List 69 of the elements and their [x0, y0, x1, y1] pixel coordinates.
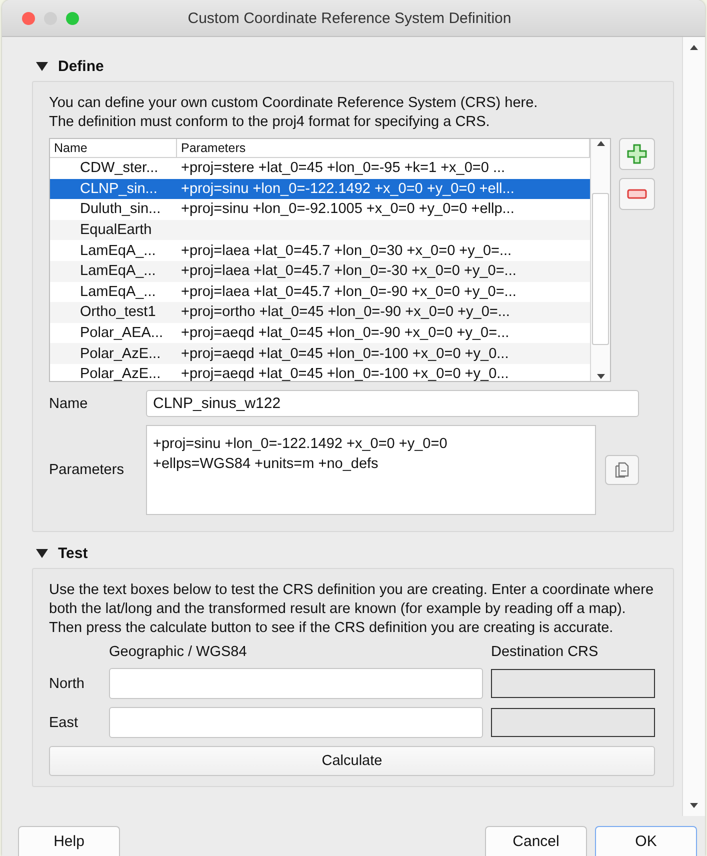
window-scrollbar[interactable] [682, 37, 705, 816]
crs-name: Polar_AzE... [79, 366, 162, 381]
field-label: East [49, 714, 80, 730]
input-field[interactable] [109, 707, 483, 738]
column-heading: Geographic / WGS84 [109, 644, 248, 660]
crs-name: EqualEarth [79, 222, 153, 238]
intro-text: Use the text boxes below to test the CRS definition you are creating. Enter a coordinate where both the lat/long and the transformed result are known (for example by reading off a map). Then press the calculate button to see if the CRS definition you are creating is accurate. [49, 581, 655, 638]
remove-button[interactable] [619, 178, 655, 210]
minus-icon [627, 189, 647, 199]
table-row[interactable]: LamEqA_... +proj=laea +lat_0=45.7 +lon_0=-90 +x_0=0 +y_0=... [50, 282, 590, 302]
crs-parameters: +proj=aeqd +lat_0=45 +lon_0=-90 +x_0=0 +y_0=... [180, 325, 510, 342]
crs-name: Polar_AEA... [79, 325, 164, 342]
crs-name: CLNP_sin... [79, 180, 158, 197]
scroll-up-icon[interactable] [689, 43, 699, 51]
calculate-button[interactable]: Calculate [49, 746, 655, 776]
close-icon[interactable] [22, 12, 35, 24]
cancel-button[interactable]: Cancel [485, 826, 587, 856]
table-row[interactable]: Polar_AzE... +proj=aeqd +lat_0=45 +lon_0=-100 +x_0=0 +y_0... [50, 364, 590, 381]
crs-name: Polar_AzE... [79, 346, 162, 362]
name-field[interactable]: CLNP_sinus_w122 [146, 390, 639, 417]
table-row[interactable]: EqualEarth [50, 220, 590, 240]
crs-parameters: +proj=sinu +lon_0=-122.1492 +x_0=0 +y_0=0 +ell... [180, 180, 516, 197]
plus-icon [627, 144, 647, 164]
parameters-field[interactable]: +proj=sinu +lon_0=-122.1492 +x_0=0 +y_0=0 +ellps=WGS84 +units=m +no_defs [146, 425, 596, 515]
crs-name: LamEqA_... [79, 263, 157, 280]
field-label: North [49, 676, 86, 692]
intro-text: You can define your own custom Coordinate Reference System (CRS) here. The definition must conform to the proj4 format for specifying a CRS. [49, 94, 539, 132]
table-row[interactable]: CDW_ster... +proj=stere +lat_0=45 +lon_0=-95 +k=1 +x_0=0 ... [50, 158, 590, 179]
collapse-triangle-icon[interactable] [36, 547, 48, 559]
copy-button[interactable] [605, 455, 639, 485]
crs-name: LamEqA_... [79, 284, 157, 300]
crs-parameters: +proj=sinu +lon_0=-92.1005 +x_0=0 +y_0=0 +ellp... [180, 201, 516, 218]
collapse-triangle-icon[interactable] [36, 60, 48, 72]
crs-name: LamEqA_... [79, 242, 157, 259]
crs-name: Ortho_test1 [79, 304, 157, 320]
table-row[interactable]: LamEqA_... +proj=laea +lat_0=45.7 +lon_0=-30 +x_0=0 +y_0=... [50, 260, 590, 282]
crs-parameters: +proj=laea +lat_0=45.7 +lon_0=-30 +x_0=0 +y_0=... [180, 263, 518, 280]
crs-name: Duluth_sin... [79, 201, 162, 218]
field-label: Name [49, 396, 89, 412]
crs-parameters: +proj=aeqd +lat_0=45 +lon_0=-100 +x_0=0 +y_0... [180, 366, 510, 381]
scroll-down-icon[interactable] [596, 373, 606, 381]
scroll-down-icon[interactable] [689, 802, 699, 810]
column-heading: Destination CRS [491, 644, 600, 660]
table-row[interactable]: CLNP_sin... +proj=sinu +lon_0=-122.1492 +x_0=0 +y_0=0 +ell... [50, 178, 590, 200]
table-row[interactable]: LamEqA_... +proj=laea +lat_0=45.7 +lon_0=30 +x_0=0 +y_0=... [50, 240, 590, 261]
crs-parameters: +proj=laea +lat_0=45.7 +lon_0=-90 +x_0=0 +y_0=... [180, 284, 518, 300]
column-header[interactable]: Name [50, 139, 177, 157]
table-row[interactable]: Ortho_test1 +proj=ortho +lat_0=45 +lon_0=-90 +x_0=0 +y_0=... [50, 302, 590, 323]
table-row[interactable]: Polar_AzE... +proj=aeqd +lat_0=45 +lon_0=-100 +x_0=0 +y_0... [50, 343, 590, 364]
ok-button[interactable]: OK [595, 826, 697, 856]
field-label: Parameters [49, 462, 125, 478]
window-title: Custom Coordinate Reference System Definition [186, 10, 512, 26]
input-field[interactable] [109, 668, 483, 699]
crs-parameters: +proj=ortho +lat_0=45 +lon_0=-90 +x_0=0 +y_0=... [180, 304, 511, 320]
section-title[interactable]: Test [58, 544, 88, 562]
section-title[interactable]: Define [58, 58, 104, 74]
crs-parameters: +proj=laea +lat_0=45.7 +lon_0=30 +x_0=0 +y_0=... [180, 242, 513, 259]
table-row[interactable]: Polar_AEA... +proj=aeqd +lat_0=45 +lon_0=-90 +x_0=0 +y_0=... [50, 322, 590, 344]
document-icon [615, 462, 629, 478]
table-scrollbar[interactable] [590, 139, 610, 381]
add-button[interactable] [619, 138, 655, 170]
table-row[interactable]: Duluth_sin... +proj=sinu +lon_0=-92.1005 +x_0=0 +y_0=0 +ellp... [50, 199, 590, 220]
crs-parameters: +proj=aeqd +lat_0=45 +lon_0=-100 +x_0=0 +y_0... [180, 346, 510, 362]
help-button[interactable]: Help [18, 826, 120, 856]
crs-parameters: +proj=stere +lat_0=45 +lon_0=-95 +k=1 +x_0=0 ... [180, 160, 506, 176]
crs-name: CDW_ster... [79, 160, 160, 176]
scroll-thumb[interactable] [592, 193, 609, 345]
maximize-icon[interactable] [66, 12, 79, 24]
scroll-up-icon[interactable] [596, 139, 606, 147]
